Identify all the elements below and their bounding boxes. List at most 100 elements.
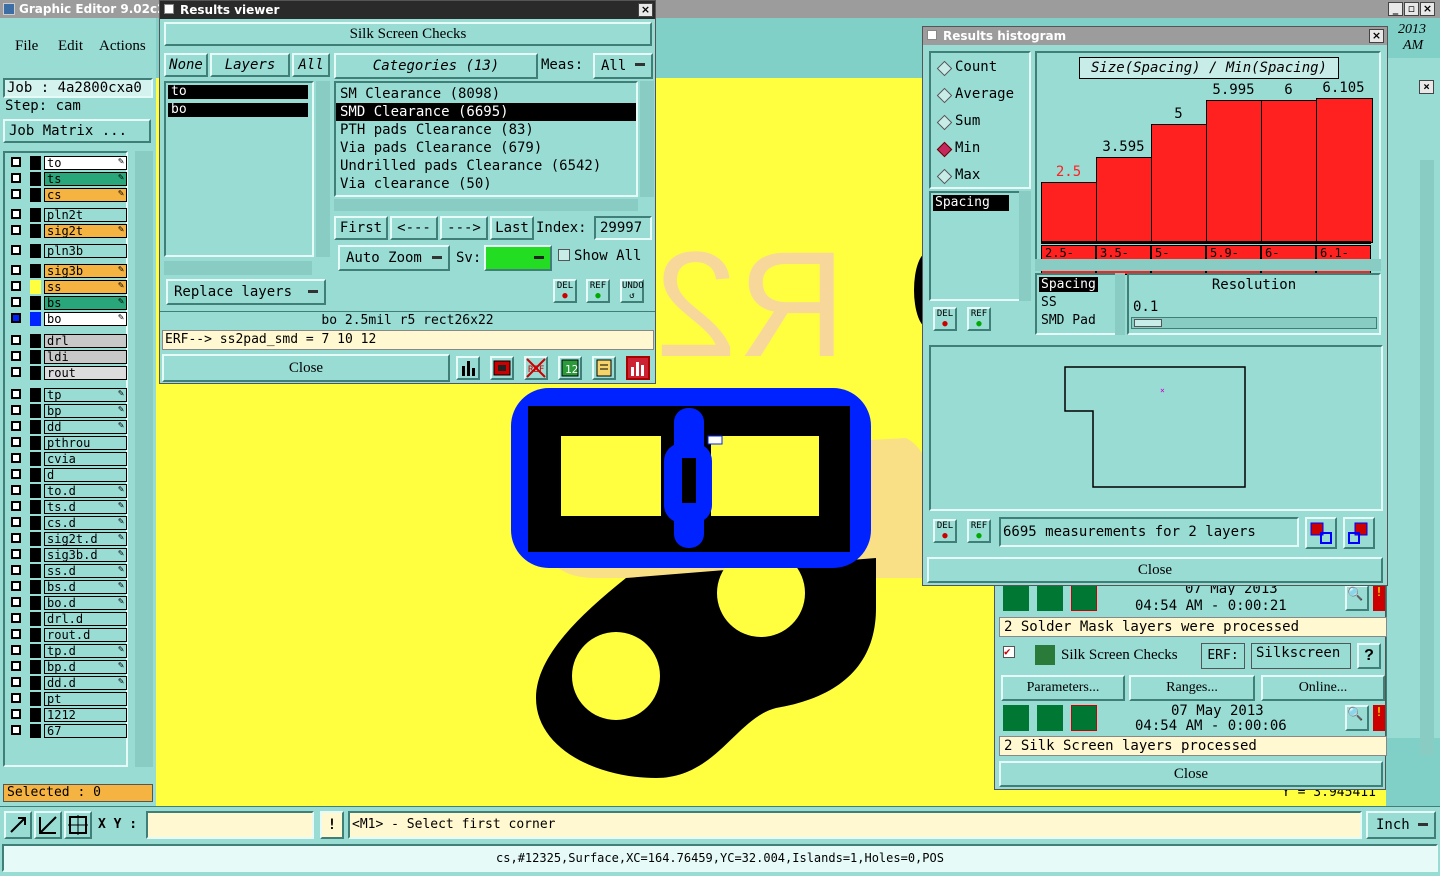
layer-name[interactable]: ss [44, 280, 127, 294]
prev-button[interactable]: <--- [390, 216, 438, 240]
ranges-button[interactable]: Ranges... [1129, 675, 1255, 701]
layer-name[interactable]: ts.d [44, 500, 127, 514]
layer-name[interactable]: ldi [44, 350, 127, 364]
layer-name[interactable]: 1212 [44, 708, 127, 722]
layer-indicator[interactable] [30, 388, 41, 402]
layer-name[interactable]: cvia [44, 452, 127, 466]
layer-indicator[interactable] [30, 366, 41, 380]
pointer-mode-icon[interactable] [4, 811, 32, 839]
layer-checkbox[interactable] [11, 693, 21, 703]
histogram-list-scrollbar[interactable] [1019, 191, 1031, 301]
category-item[interactable]: PTH pads Clearance (83) [336, 121, 636, 139]
run-icon-2[interactable] [1003, 705, 1029, 731]
layer-row[interactable]: cs.d ✎ [11, 516, 127, 530]
resolution-list[interactable]: Spacing SS SMD Pad [1035, 273, 1119, 335]
layer-indicator[interactable] [30, 676, 41, 690]
layers-button[interactable]: Layers [210, 53, 290, 77]
layer-indicator[interactable] [30, 692, 41, 706]
layer-name[interactable]: tp [44, 388, 127, 402]
run-all-icon-2[interactable] [1037, 705, 1063, 731]
view-icon[interactable] [490, 356, 514, 380]
first-button[interactable]: First [334, 216, 388, 240]
layer-row[interactable]: pln3b [11, 244, 127, 258]
layer-name[interactable]: cs.d [44, 516, 127, 530]
layer-indicator[interactable] [30, 172, 41, 186]
layer-checkbox[interactable] [11, 581, 21, 591]
layer-select-list[interactable]: to bo [164, 81, 314, 257]
layer-row[interactable]: bo.d ✎ [11, 596, 127, 610]
menu-edit[interactable]: Edit [58, 38, 83, 55]
zoom-home-icon[interactable] [1343, 517, 1375, 549]
option-radio[interactable] [936, 114, 953, 131]
option-label[interactable]: Average [955, 86, 1014, 102]
layer-name[interactable]: to [44, 156, 127, 170]
layer-name[interactable]: pt [44, 692, 127, 706]
histogram-bar[interactable] [1206, 100, 1263, 243]
layer-checkbox[interactable] [11, 281, 21, 291]
layer-checkbox[interactable] [11, 565, 21, 575]
layer-name[interactable]: d [44, 468, 127, 482]
layer-row[interactable]: dd ✎ [11, 420, 127, 434]
layer-row[interactable]: d [11, 468, 127, 482]
layer-checkbox[interactable] [11, 677, 21, 687]
option-label[interactable]: Count [955, 59, 997, 75]
layer-indicator[interactable] [30, 580, 41, 594]
run-all-icon[interactable] [1037, 585, 1063, 611]
layer-row[interactable]: sig2t ✎ [11, 224, 127, 238]
layer-name[interactable]: bs.d [44, 580, 127, 594]
help-button[interactable]: ? [1357, 643, 1381, 669]
layer-name[interactable]: bp.d [44, 660, 127, 674]
layer-name[interactable]: cs [44, 188, 127, 202]
chart-hscroll[interactable] [1035, 259, 1381, 271]
layer-name[interactable]: pthrou [44, 436, 127, 450]
resolution-slider[interactable] [1131, 317, 1377, 329]
layer-list-item[interactable]: to [168, 85, 308, 99]
layer-indicator[interactable] [30, 264, 41, 278]
layer-indicator[interactable] [30, 724, 41, 738]
checklist-close-button[interactable]: Close [999, 761, 1383, 787]
histogram-ref-button[interactable]: REF ● [967, 307, 991, 331]
histogram-close-button[interactable]: Close [927, 557, 1383, 583]
layer-indicator[interactable] [30, 156, 41, 170]
layer-indicator[interactable] [30, 468, 41, 482]
measure-mode-icon[interactable] [34, 811, 62, 839]
layer-list-hscroll[interactable] [164, 261, 312, 275]
erf-value[interactable]: Silkscreen [1251, 643, 1351, 669]
job-matrix-button[interactable]: Job Matrix ... [3, 119, 151, 143]
layer-row[interactable]: tp.d ✎ [11, 644, 127, 658]
preview-del-button[interactable]: DEL ● [933, 519, 957, 543]
layer-indicator[interactable] [30, 296, 41, 310]
resolution-item[interactable]: SS [1039, 295, 1059, 310]
next-button[interactable]: ---> [440, 216, 488, 240]
undo-button[interactable]: UNDO ↺ [620, 279, 644, 303]
last-button[interactable]: Last [490, 216, 534, 240]
layer-row[interactable]: tp ✎ [11, 388, 127, 402]
number-icon[interactable]: 12 [558, 356, 582, 380]
layer-name[interactable]: dd [44, 420, 127, 434]
layer-row[interactable]: ss ✎ [11, 280, 127, 294]
notes-icon[interactable] [592, 356, 616, 380]
layer-indicator[interactable] [30, 484, 41, 498]
results-viewer-close-button[interactable]: Close [162, 354, 450, 382]
layer-row[interactable]: bp.d ✎ [11, 660, 127, 674]
layer-checkbox[interactable] [11, 661, 21, 671]
option-label[interactable]: Max [955, 167, 980, 183]
option-radio[interactable] [936, 141, 953, 158]
layer-indicator[interactable] [30, 532, 41, 546]
layer-checkbox[interactable] [11, 453, 21, 463]
layer-name[interactable]: drl.d [44, 612, 127, 626]
layer-row[interactable]: pthrou [11, 436, 127, 450]
run-icon[interactable] [1003, 585, 1029, 611]
auto-zoom-dropdown[interactable]: Auto Zoom [338, 245, 450, 271]
layer-checkbox[interactable] [11, 265, 21, 275]
layer-checkbox[interactable] [11, 335, 21, 345]
category-list[interactable]: SM Clearance (8098) SMD Clearance (6695) P… [334, 81, 638, 197]
layer-name[interactable]: pln3b [44, 244, 127, 258]
layer-name[interactable]: bs [44, 296, 127, 310]
layer-row[interactable]: sig2t.d ✎ [11, 532, 127, 546]
layer-row[interactable]: pt [11, 692, 127, 706]
layer-checkbox[interactable] [11, 405, 21, 415]
sv-color-dropdown[interactable] [484, 245, 552, 271]
layer-name[interactable]: tp.d [44, 644, 127, 658]
category-item[interactable]: Undrilled pads Clearance (6542) [336, 157, 636, 175]
